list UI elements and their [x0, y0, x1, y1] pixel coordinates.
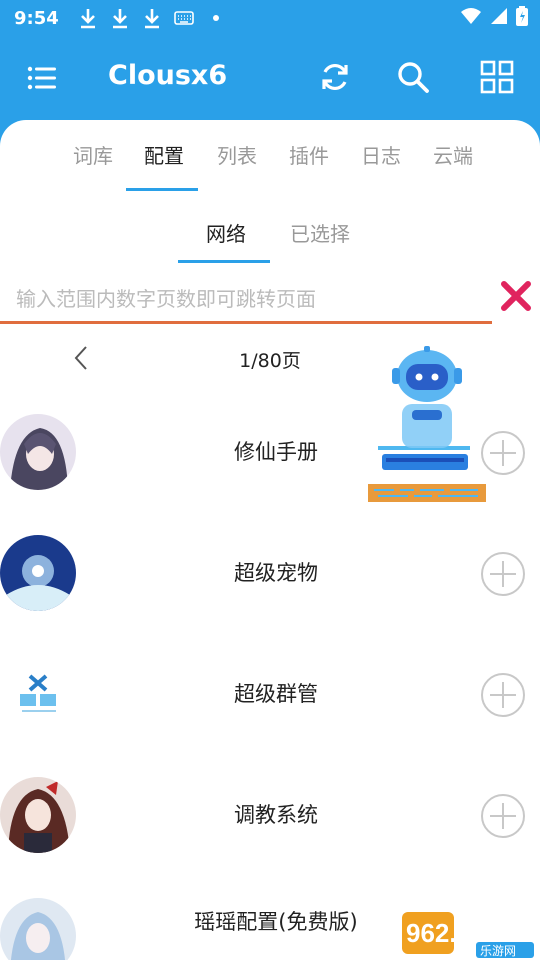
- tab-lexicon[interactable]: 词库: [57, 140, 129, 169]
- search-button[interactable]: [396, 60, 430, 94]
- tab-log[interactable]: 日志: [345, 140, 417, 169]
- active-tab-indicator: [126, 188, 198, 191]
- add-button[interactable]: [480, 793, 526, 839]
- app-bar: Clousx6: [0, 36, 540, 120]
- tab-config[interactable]: 配置: [128, 140, 200, 169]
- list-item[interactable]: 超级宠物: [0, 511, 540, 631]
- battery-icon: [516, 6, 528, 30]
- list-item[interactable]: 调教系统: [0, 753, 540, 873]
- menu-button[interactable]: [26, 62, 58, 94]
- item-title: 超级群管: [234, 682, 318, 706]
- tab-list[interactable]: 列表: [201, 140, 273, 169]
- status-time: 9:54: [14, 7, 59, 29]
- item-title: 调教系统: [234, 803, 318, 827]
- plus-circle-icon: [481, 431, 525, 475]
- refresh-button[interactable]: [318, 60, 352, 94]
- previous-page-button[interactable]: [72, 344, 92, 372]
- tab-cloud[interactable]: 云端: [417, 140, 489, 169]
- watermark-subtext: 乐游网: [480, 944, 516, 958]
- watermark-logo: 962.NET 乐游网: [400, 908, 536, 960]
- avatar: [0, 414, 76, 490]
- item-title: 修仙手册: [234, 440, 318, 464]
- avatar: [0, 656, 76, 732]
- notification-dot-icon: [205, 6, 227, 30]
- plus-circle-icon: [481, 552, 525, 596]
- page-jump-row: [0, 270, 540, 330]
- signal-icon: [490, 7, 508, 29]
- avatar: [0, 898, 76, 960]
- subtab-network[interactable]: 网络: [180, 218, 272, 247]
- avatar: [0, 535, 76, 611]
- download-icon: [109, 6, 131, 30]
- item-title: 瑶瑶配置(免费版): [194, 910, 358, 934]
- add-button[interactable]: [480, 672, 526, 718]
- subtab-selected[interactable]: 已选择: [274, 218, 366, 247]
- grid-view-button[interactable]: [480, 60, 514, 94]
- plus-circle-icon: [481, 673, 525, 717]
- list-item[interactable]: 修仙手册: [0, 390, 540, 510]
- item-title: 超级宠物: [234, 561, 318, 585]
- tab-plugins[interactable]: 插件: [273, 140, 345, 169]
- search-icon: [398, 62, 429, 93]
- sub-tabs: 网络 已选择: [0, 204, 540, 264]
- app-title: Clousx6: [108, 60, 228, 91]
- main-tabs: 词库 配置 列表 插件 日志 云端: [0, 120, 540, 192]
- page-indicator: 1/80页: [239, 350, 301, 372]
- list-menu-icon: [27, 66, 56, 90]
- list-item[interactable]: 超级群管: [0, 632, 540, 752]
- grid-icon: [480, 60, 514, 94]
- content-sheet: 词库 配置 列表 插件 日志 云端 网络 已选择 1/80页: [0, 120, 540, 960]
- avatar: [0, 777, 76, 853]
- chevron-left-icon: [74, 346, 87, 370]
- page-jump-input[interactable]: [0, 276, 492, 324]
- download-icon: [141, 6, 163, 30]
- active-subtab-indicator: [178, 260, 270, 263]
- close-icon: [501, 281, 531, 311]
- clear-button[interactable]: [498, 278, 534, 314]
- status-bar: 9:54: [0, 0, 540, 36]
- add-button[interactable]: [480, 430, 526, 476]
- wifi-icon: [460, 7, 482, 29]
- refresh-icon: [322, 63, 348, 91]
- add-button[interactable]: [480, 551, 526, 597]
- keyboard-icon: [173, 6, 195, 30]
- download-icon: [77, 6, 99, 30]
- plus-circle-icon: [481, 794, 525, 838]
